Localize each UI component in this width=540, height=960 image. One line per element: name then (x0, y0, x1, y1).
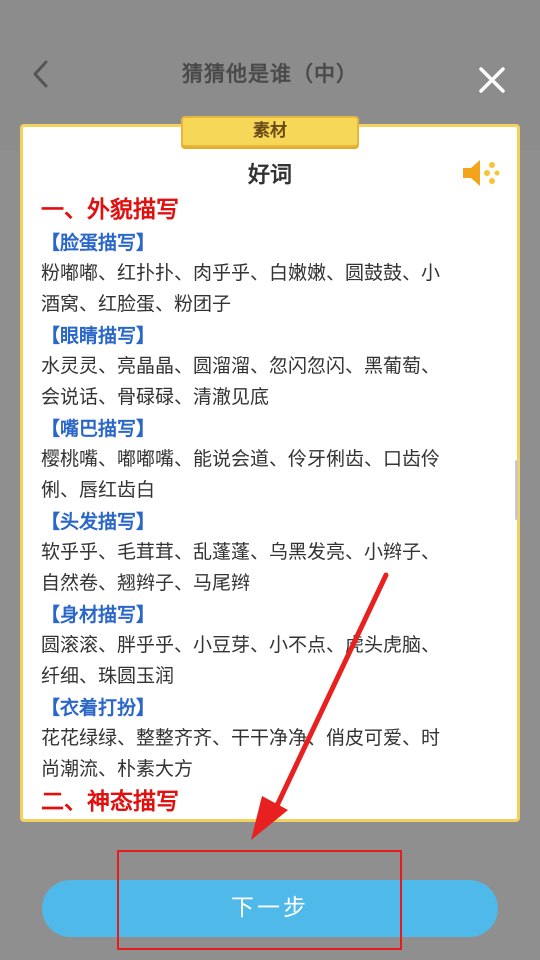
group-label: 【嘴巴描写】 (41, 418, 156, 440)
section-heading: 一、外貌描写 (41, 197, 179, 223)
section-heading: 二、神态描写 (41, 789, 179, 815)
group-mouth: 【嘴巴描写】 樱桃嘴、嘟嘟嘴、能说会道、伶牙俐齿、口齿伶 俐、唇红齿白 (41, 414, 511, 506)
word-line: 粉嘟嘟、红扑扑、肉乎乎、白嫩嫩、圆鼓鼓、小 (41, 262, 441, 284)
group-eyes: 【眼睛描写】 水灵灵、亮晶晶、圆溜溜、忽闪忽闪、黑葡萄、 会说话、骨碌碌、清澈见… (41, 321, 511, 413)
audio-button[interactable] (461, 157, 503, 189)
group-label: 【眼睛描写】 (41, 325, 156, 347)
word-line: 尚潮流、朴素大方 (41, 758, 194, 780)
word-list: 一、外貌描写 【脸蛋描写】 粉嘟嘟、红扑扑、肉乎乎、白嫩嫩、圆鼓鼓、小 酒窝、红… (41, 193, 511, 819)
group-face: 【脸蛋描写】 粉嘟嘟、红扑扑、肉乎乎、白嫩嫩、圆鼓鼓、小 酒窝、红脸蛋、粉团子 (41, 228, 511, 320)
word-line: 自然卷、翘辫子、马尾辫 (41, 572, 251, 594)
word-line: 樱桃嘴、嘟嘟嘴、能说会道、伶牙俐齿、口齿伶 (41, 448, 441, 470)
speaker-icon (463, 160, 500, 186)
word-line: 会说话、骨碌碌、清澈见底 (41, 386, 270, 408)
group-clothing: 【衣着打扮】 花花绿绿、整整齐齐、干干净净、俏皮可爱、时 尚潮流、朴素大方 (41, 693, 511, 785)
word-line: 花花绿绿、整整齐齐、干干净净、俏皮可爱、时 (41, 727, 441, 749)
group-label: 【衣着打扮】 (41, 697, 156, 719)
category-ribbon: 素材 (181, 116, 359, 147)
word-line: 俐、唇红齿白 (41, 479, 156, 501)
group-label: 【身材描写】 (41, 604, 156, 626)
group-label: 【头发描写】 (41, 511, 156, 533)
group-label: 【脸蛋描写】 (41, 232, 156, 254)
close-icon (479, 67, 505, 93)
word-line: 软乎乎、毛茸茸、乱蓬蓬、乌黑发亮、小辫子、 (41, 541, 441, 563)
page-title: 猜猜他是谁（中） (182, 62, 358, 86)
material-card: 好词 一、外貌描写 【脸蛋描写】 粉嘟嘟、红扑扑、肉乎乎、白嫩嫩、圆鼓鼓、小 酒… (20, 124, 520, 822)
word-line: 水灵灵、亮晶晶、圆溜溜、忽闪忽闪、黑葡萄、 (41, 355, 441, 377)
scrollbar[interactable] (515, 460, 518, 520)
group-body: 【身材描写】 圆滚滚、胖乎乎、小豆芽、小不点、虎头虎脑、 纤细、珠圆玉润 (41, 600, 511, 692)
group-hair: 【头发描写】 软乎乎、毛茸茸、乱蓬蓬、乌黑发亮、小辫子、 自然卷、翘辫子、马尾辫 (41, 507, 511, 599)
word-line: 圆滚滚、胖乎乎、小豆芽、小不点、虎头虎脑、 (41, 634, 441, 656)
annotation-highlight-box (117, 850, 402, 950)
word-line: 纤细、珠圆玉润 (41, 665, 175, 687)
card-title: 好词 (247, 163, 292, 188)
close-button[interactable] (474, 62, 510, 98)
word-line: 酒窝、红脸蛋、粉团子 (41, 293, 232, 315)
